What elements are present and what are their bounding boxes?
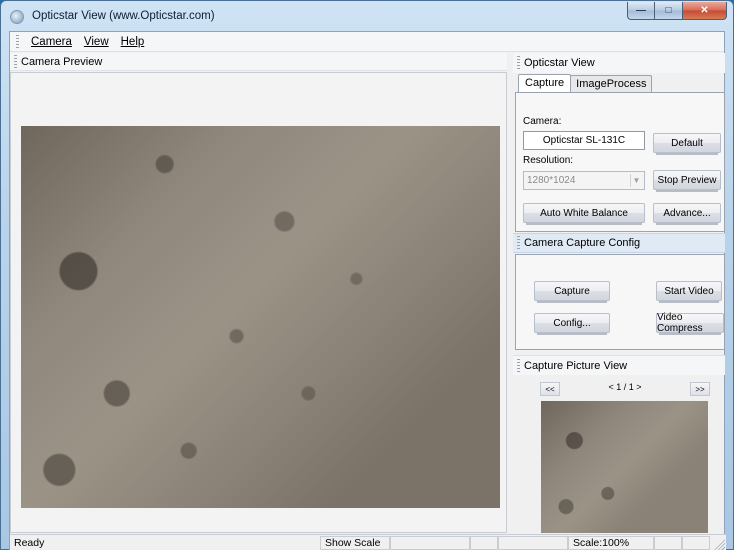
- default-button[interactable]: Default: [653, 133, 721, 155]
- close-icon: ✕: [700, 5, 709, 16]
- tab-strip: Capture ImageProcess: [518, 74, 653, 92]
- minimize-button[interactable]: —: [627, 2, 655, 20]
- menu-camera[interactable]: Camera: [25, 36, 78, 48]
- capture-config-title: Camera Capture Config: [524, 237, 641, 249]
- capture-config-header: Camera Capture Config: [513, 233, 725, 253]
- opticstar-view-header: Opticstar View: [513, 53, 725, 73]
- camera-name-field[interactable]: Opticstar SL-131C: [523, 131, 645, 150]
- tab-imageprocess[interactable]: ImageProcess: [570, 75, 653, 92]
- tab-capture[interactable]: Capture: [518, 74, 572, 92]
- picture-view-header: Capture Picture View: [513, 355, 725, 375]
- capture-button[interactable]: Capture: [534, 281, 610, 303]
- captured-thumbnail[interactable]: [541, 401, 708, 533]
- close-button[interactable]: ✕: [683, 2, 727, 20]
- status-bar: Ready Show Scale Scale:100%: [10, 534, 726, 550]
- capture-config-panel: Capture Start Video Config... Video Comp…: [515, 254, 725, 350]
- config-button[interactable]: Config...: [534, 313, 610, 335]
- next-picture-button[interactable]: >>: [690, 382, 710, 396]
- pane-grip-icon[interactable]: [517, 236, 520, 250]
- camera-preview-header: Camera Preview: [10, 53, 507, 71]
- pane-grip-icon[interactable]: [517, 358, 520, 373]
- status-cell-empty: [498, 536, 568, 550]
- resolution-select[interactable]: 1280*1024 ▼: [523, 171, 645, 190]
- resolution-label: Resolution:: [523, 155, 574, 166]
- title-bar[interactable]: Opticstar View (www.Opticstar.com) — □ ✕: [1, 1, 733, 31]
- page-indicator: < 1 / 1 >: [608, 382, 642, 392]
- app-icon: [10, 10, 24, 24]
- status-text: Ready: [14, 537, 45, 549]
- stop-preview-button[interactable]: Stop Preview: [653, 170, 721, 192]
- menu-bar: Camera View Help: [10, 32, 724, 52]
- minimize-icon: —: [636, 5, 646, 16]
- menu-view[interactable]: View: [78, 36, 115, 48]
- scale-indicator: Scale:100%: [568, 536, 654, 550]
- show-scale-toggle[interactable]: Show Scale: [320, 536, 390, 550]
- window-controls: — □ ✕: [627, 2, 727, 20]
- app-window: Opticstar View (www.Opticstar.com) — □ ✕…: [0, 0, 734, 550]
- auto-white-balance-button[interactable]: Auto White Balance: [523, 203, 645, 225]
- chevron-down-icon[interactable]: ▼: [630, 174, 642, 187]
- prev-picture-button[interactable]: <<: [540, 382, 560, 396]
- status-cell-empty: [390, 536, 470, 550]
- menu-camera-label: Camera: [31, 35, 72, 48]
- menu-help-label: Help: [120, 35, 145, 48]
- menu-view-label: View: [83, 35, 109, 48]
- status-cell-empty: [470, 536, 498, 550]
- moon-limb-shadow: [21, 126, 500, 508]
- camera-preview-title: Camera Preview: [21, 55, 103, 68]
- thumbnail-limb-shadow: [541, 401, 708, 533]
- status-cell-empty: [654, 536, 682, 550]
- window-title: Opticstar View (www.Opticstar.com): [32, 10, 215, 22]
- menu-help[interactable]: Help: [115, 36, 151, 48]
- resize-grip-icon[interactable]: [713, 538, 725, 550]
- toolbar-grip-icon[interactable]: [16, 34, 19, 49]
- client-area: Camera View Help Camera Preview Opticsta…: [9, 31, 726, 550]
- capture-tab-panel: Camera: Opticstar SL-131C Default Resolu…: [515, 92, 725, 232]
- resolution-value: 1280*1024: [527, 175, 576, 186]
- maximize-button[interactable]: □: [655, 2, 683, 20]
- camera-label: Camera:: [523, 116, 562, 127]
- maximize-icon: □: [665, 5, 672, 16]
- pane-grip-icon[interactable]: [14, 54, 17, 69]
- camera-preview-area[interactable]: [10, 72, 507, 533]
- tab-imageprocess-label: ImageProcess: [576, 78, 647, 90]
- status-cell-empty: [682, 536, 710, 550]
- opticstar-view-title: Opticstar View: [524, 57, 595, 69]
- advance-button[interactable]: Advance...: [653, 203, 721, 225]
- picture-view-title: Capture Picture View: [524, 359, 628, 372]
- pane-grip-icon[interactable]: [517, 56, 520, 70]
- moon-preview-image: [21, 126, 500, 508]
- video-compress-button[interactable]: Video Compress: [656, 312, 724, 335]
- start-video-button[interactable]: Start Video: [656, 281, 722, 303]
- tab-capture-label: Capture: [525, 77, 565, 89]
